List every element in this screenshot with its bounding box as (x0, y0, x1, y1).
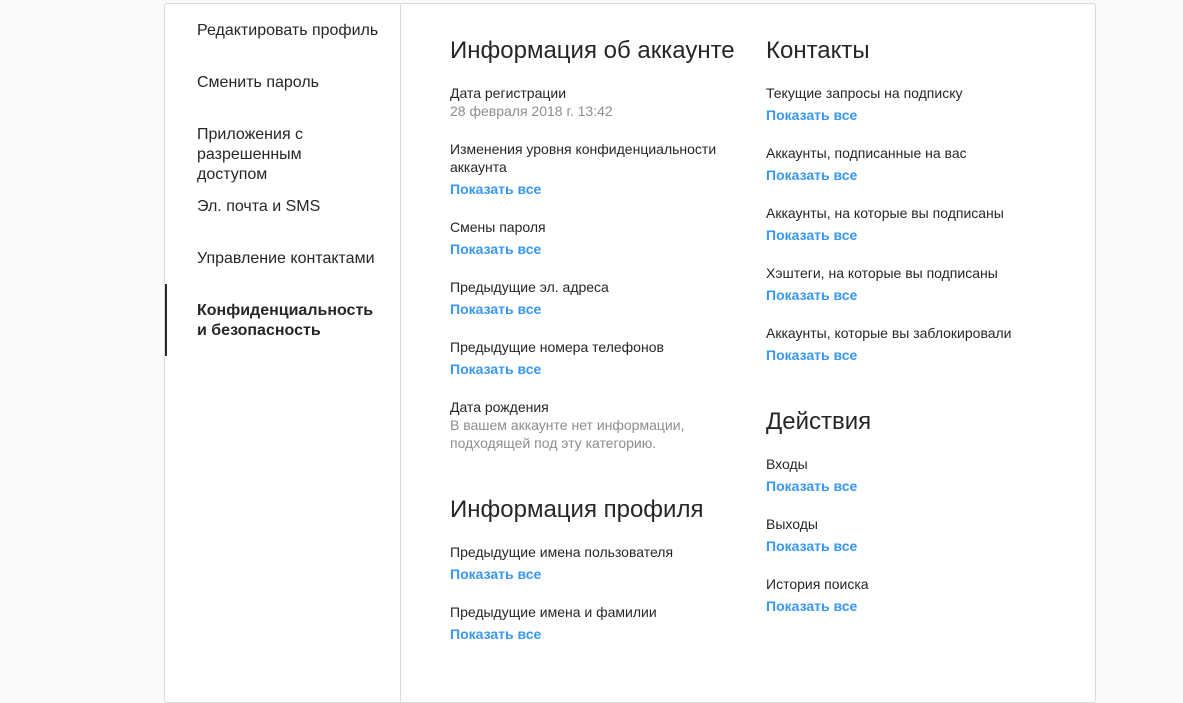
profile-info-title: Информация профиля (450, 496, 704, 523)
privacy-changes-show-all-link[interactable]: Показать все (450, 180, 541, 198)
former-names-item: Предыдущие имена и фамилии Показать все (450, 603, 730, 644)
followers-item: Аккаунты, подписанные на вас Показать вс… (766, 144, 1046, 185)
former-emails-show-all-link[interactable]: Показать все (450, 300, 541, 318)
logouts-label: Выходы (766, 516, 818, 532)
registration-date-label: Дата регистрации (450, 85, 567, 101)
contacts-title: Контакты (766, 37, 870, 64)
former-emails-label: Предыдущие эл. адреса (450, 279, 609, 295)
former-names-label: Предыдущие имена и фамилии (450, 604, 657, 620)
following-show-all-link[interactable]: Показать все (766, 226, 857, 244)
logouts-show-all-link[interactable]: Показать все (766, 537, 857, 555)
search-history-show-all-link[interactable]: Показать все (766, 597, 857, 615)
password-changes-label: Смены пароля (450, 219, 546, 235)
account-info-title: Информация об аккаунте (450, 37, 735, 64)
former-names-show-all-link[interactable]: Показать все (450, 625, 541, 643)
privacy-changes-label: Изменения уровня конфиденциальности акка… (450, 141, 717, 175)
blocked-item: Аккаунты, которые вы заблокировали Показ… (766, 324, 1046, 365)
former-emails-item: Предыдущие эл. адреса Показать все (450, 278, 730, 319)
former-usernames-item: Предыдущие имена пользователя Показать в… (450, 543, 730, 584)
sidebar-item-manage-contacts[interactable]: Управление контактами (165, 249, 399, 269)
birthday-label: Дата рождения (450, 399, 549, 415)
logins-item: Входы Показать все (766, 455, 1046, 496)
birthday-item: Дата рождения В вашем аккаунте нет инфор… (450, 398, 700, 452)
hashtags-show-all-link[interactable]: Показать все (766, 286, 857, 304)
following-item: Аккаунты, на которые вы подписаны Показа… (766, 204, 1046, 245)
followers-show-all-link[interactable]: Показать все (766, 166, 857, 184)
password-changes-item: Смены пароля Показать все (450, 218, 730, 259)
activity-title: Действия (766, 408, 872, 435)
search-history-label: История поиска (766, 576, 869, 592)
following-label: Аккаунты, на которые вы подписаны (766, 205, 1004, 221)
registration-date-item: Дата регистрации 28 февраля 2018 г. 13:4… (450, 84, 730, 120)
search-history-item: История поиска Показать все (766, 575, 1046, 616)
sidebar-item-privacy-security[interactable]: Конфиденциальность и безопасность (165, 284, 399, 356)
former-phones-item: Предыдущие номера телефонов Показать все (450, 338, 730, 379)
registration-date-value: 28 февраля 2018 г. 13:42 (450, 103, 613, 119)
hashtags-label: Хэштеги, на которые вы подписаны (766, 265, 998, 281)
sidebar-item-edit-profile[interactable]: Редактировать профиль (165, 21, 399, 41)
blocked-label: Аккаунты, которые вы заблокировали (766, 325, 1012, 341)
birthday-value: В вашем аккаунте нет информации, подходя… (450, 417, 685, 451)
blocked-show-all-link[interactable]: Показать все (766, 346, 857, 364)
former-usernames-show-all-link[interactable]: Показать все (450, 565, 541, 583)
follow-requests-label: Текущие запросы на подписку (766, 85, 963, 101)
privacy-changes-item: Изменения уровня конфиденциальности акка… (450, 140, 730, 199)
sidebar-item-email-sms[interactable]: Эл. почта и SMS (165, 197, 399, 217)
hashtags-item: Хэштеги, на которые вы подписаны Показат… (766, 264, 1046, 305)
follow-requests-show-all-link[interactable]: Показать все (766, 106, 857, 124)
logins-label: Входы (766, 456, 808, 472)
former-phones-label: Предыдущие номера телефонов (450, 339, 664, 355)
followers-label: Аккаунты, подписанные на вас (766, 145, 967, 161)
follow-requests-item: Текущие запросы на подписку Показать все (766, 84, 1046, 125)
former-phones-show-all-link[interactable]: Показать все (450, 360, 541, 378)
former-usernames-label: Предыдущие имена пользователя (450, 544, 674, 560)
settings-card: Редактировать профиль Сменить пароль При… (164, 3, 1096, 703)
settings-sidebar: Редактировать профиль Сменить пароль При… (165, 4, 401, 702)
logouts-item: Выходы Показать все (766, 515, 1046, 556)
logins-show-all-link[interactable]: Показать все (766, 477, 857, 495)
sidebar-item-change-password[interactable]: Сменить пароль (165, 73, 399, 93)
sidebar-item-authorized-apps[interactable]: Приложения с разрешенным доступом (165, 125, 375, 185)
password-changes-show-all-link[interactable]: Показать все (450, 240, 541, 258)
